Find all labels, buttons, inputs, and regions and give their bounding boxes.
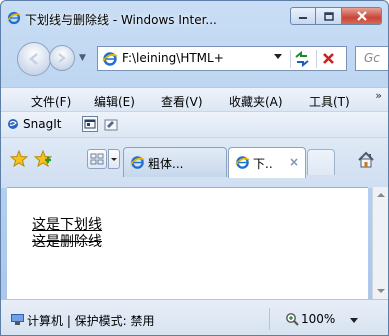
ie-page-icon <box>235 155 250 170</box>
tab-underline-strike[interactable]: 下.. × <box>228 147 306 178</box>
window-controls <box>290 7 382 27</box>
menu-tools[interactable]: 工具(T) <box>309 93 350 110</box>
snagit-toolbar: SnagIt <box>1 111 388 138</box>
address-bar[interactable]: F:\leining\HTML+ <box>97 46 347 71</box>
refresh-button[interactable] <box>290 50 313 68</box>
forward-arrow-icon <box>58 53 66 63</box>
home-icon[interactable] <box>356 150 376 173</box>
ie-logo-icon <box>7 11 21 25</box>
menu-file[interactable]: 文件(F) <box>31 93 71 110</box>
tab-list-dropdown-icon[interactable] <box>108 149 120 169</box>
vertical-scrollbar[interactable] <box>372 187 388 299</box>
zoom-magnifier-icon[interactable] <box>285 312 299 329</box>
refresh-icon <box>295 50 309 68</box>
stop-icon <box>323 53 334 64</box>
navigation-bar: ▼ F:\leining\HTML+ Gc <box>1 37 388 87</box>
title-bar: 下划线与删除线 - Windows Inter... <box>1 1 388 37</box>
ie-page-icon <box>130 155 145 170</box>
favorites-star-icon[interactable] <box>9 149 29 171</box>
snagit-label[interactable]: SnagIt <box>23 117 61 131</box>
zoom-level[interactable]: 100% <box>301 312 335 326</box>
window-title: 下划线与删除线 - Windows Inter... <box>25 13 217 27</box>
menu-view[interactable]: 查看(V) <box>161 93 203 110</box>
menu-overflow-chevron-icon[interactable]: » <box>375 89 382 102</box>
menu-favorites[interactable]: 收藏夹(A) <box>229 93 283 110</box>
security-zone-text[interactable]: 计算机 | 保护模式: 禁用 <box>27 312 155 329</box>
add-favorites-icon[interactable] <box>33 149 53 171</box>
back-arrow-icon <box>29 53 38 65</box>
history-dropdown-icon[interactable]: ▼ <box>79 53 86 63</box>
snagit-logo-icon <box>7 118 19 130</box>
tab-bar: 粗体... 下.. × <box>1 137 388 188</box>
tab-label: 粗体... <box>148 157 184 171</box>
strikethrough-text: 这是删除线 <box>32 234 102 250</box>
tab-bold[interactable]: 粗体... <box>123 147 227 177</box>
maximize-button[interactable] <box>316 7 342 25</box>
scroll-down-arrow-icon[interactable] <box>377 289 385 293</box>
address-dropdown-icon[interactable] <box>274 54 282 59</box>
search-box[interactable]: Gc <box>355 46 388 71</box>
browser-window: 下划线与删除线 - Windows Inter... ▼ F:\leining\… <box>0 0 389 336</box>
snagit-edit-icon[interactable] <box>104 117 120 134</box>
back-button[interactable] <box>17 42 51 76</box>
zoom-dropdown-icon[interactable] <box>350 318 358 323</box>
snagit-capture-button[interactable] <box>82 116 98 132</box>
status-bar: 计算机 | 保护模式: 禁用 100% <box>1 299 388 335</box>
ie-page-icon <box>102 51 118 67</box>
address-input[interactable]: F:\leining\HTML+ <box>122 51 270 65</box>
minimize-button[interactable] <box>290 7 316 25</box>
tab-close-icon[interactable]: × <box>289 155 299 169</box>
close-button[interactable] <box>342 7 382 25</box>
status-divider <box>269 308 270 330</box>
search-input[interactable]: Gc <box>364 51 380 65</box>
tab-label: 下.. <box>253 157 273 171</box>
scroll-up-arrow-icon[interactable] <box>377 193 385 197</box>
quick-tabs-grid-icon <box>90 153 104 165</box>
page-content: 这是下划线 这是删除线 <box>7 187 368 300</box>
quick-tabs-button[interactable] <box>87 149 107 169</box>
stop-button[interactable] <box>316 50 341 68</box>
menu-bar: 文件(F) 编辑(E) 查看(V) 收藏夹(A) 工具(T) » <box>1 87 388 112</box>
capture-icon <box>84 119 96 129</box>
forward-button[interactable] <box>49 45 75 71</box>
computer-zone-icon <box>11 314 24 325</box>
new-tab-button[interactable] <box>307 149 335 175</box>
menu-edit[interactable]: 编辑(E) <box>94 93 135 110</box>
